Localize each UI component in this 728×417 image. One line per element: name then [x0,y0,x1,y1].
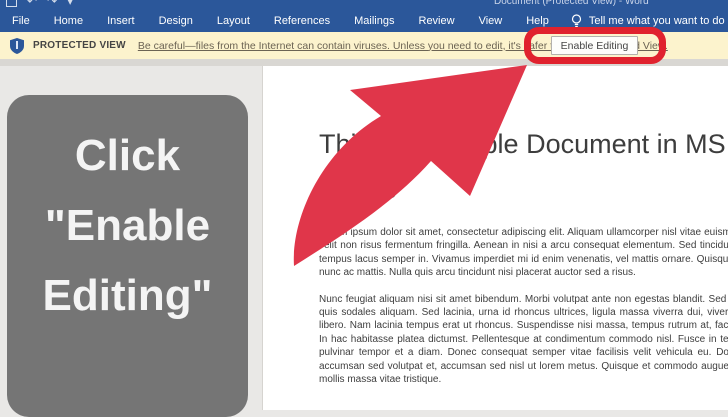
save-icon[interactable] [6,0,17,7]
tab-layout[interactable]: Layout [205,15,262,27]
tab-design[interactable]: Design [147,15,205,27]
tab-insert[interactable]: Insert [95,15,147,27]
heading-line-2: Online [319,174,398,204]
document-heading: This is a Sample Document in MSWord Onli… [319,122,728,212]
window-title: Document (Protected View) - Word [494,0,649,7]
undo-icon[interactable]: ↶ [27,0,37,8]
tell-me-box[interactable]: Tell me what you want to do [571,13,725,29]
enable-editing-button[interactable]: Enable Editing [551,36,638,55]
tab-references[interactable]: References [262,15,342,27]
tab-review[interactable]: Review [407,15,467,27]
qat-dropdown-icon[interactable]: ▾ [67,0,73,8]
quick-access-toolbar: ↶ ↷ ▾ [6,0,73,8]
title-bar: ↶ ↷ ▾ Document (Protected View) - Word F… [0,0,728,33]
shield-icon [10,37,24,54]
protected-view-label: PROTECTED VIEW [33,40,126,51]
instruction-line-1: Click [74,131,181,180]
tab-view[interactable]: View [467,15,515,27]
protected-view-banner: PROTECTED VIEW Be careful—files from the… [0,32,728,59]
tab-home[interactable]: Home [42,15,95,27]
ribbon-tab-bar: File Home Insert Design Layout Reference… [0,10,728,32]
heading-text-before-caret: This is a Sample Document in MS [319,129,726,159]
document-body: Lorem ipsum dolor sit amet, consectetur … [319,226,728,399]
tab-mailings[interactable]: Mailings [342,15,406,27]
lightbulb-icon [571,13,581,27]
instruction-line-3: Editing" [42,271,213,320]
paragraph-2: Nunc feugiat aliquam nisi sit amet biben… [319,293,728,386]
document-page[interactable]: This is a Sample Document in MSWord Onli… [262,66,728,410]
instruction-box: Click "Enable Editing" [7,95,248,417]
heading-line-1: This is a Sample Document in MSWord [319,122,728,167]
tab-file[interactable]: File [0,15,42,27]
paragraph-1: Lorem ipsum dolor sit amet, consectetur … [319,227,728,279]
tell-me-label: Tell me what you want to do [588,15,725,27]
tab-help[interactable]: Help [514,15,561,27]
banner-bottom-strip [0,59,728,66]
instruction-line-2: "Enable [44,201,211,250]
redo-icon[interactable]: ↷ [47,0,57,8]
